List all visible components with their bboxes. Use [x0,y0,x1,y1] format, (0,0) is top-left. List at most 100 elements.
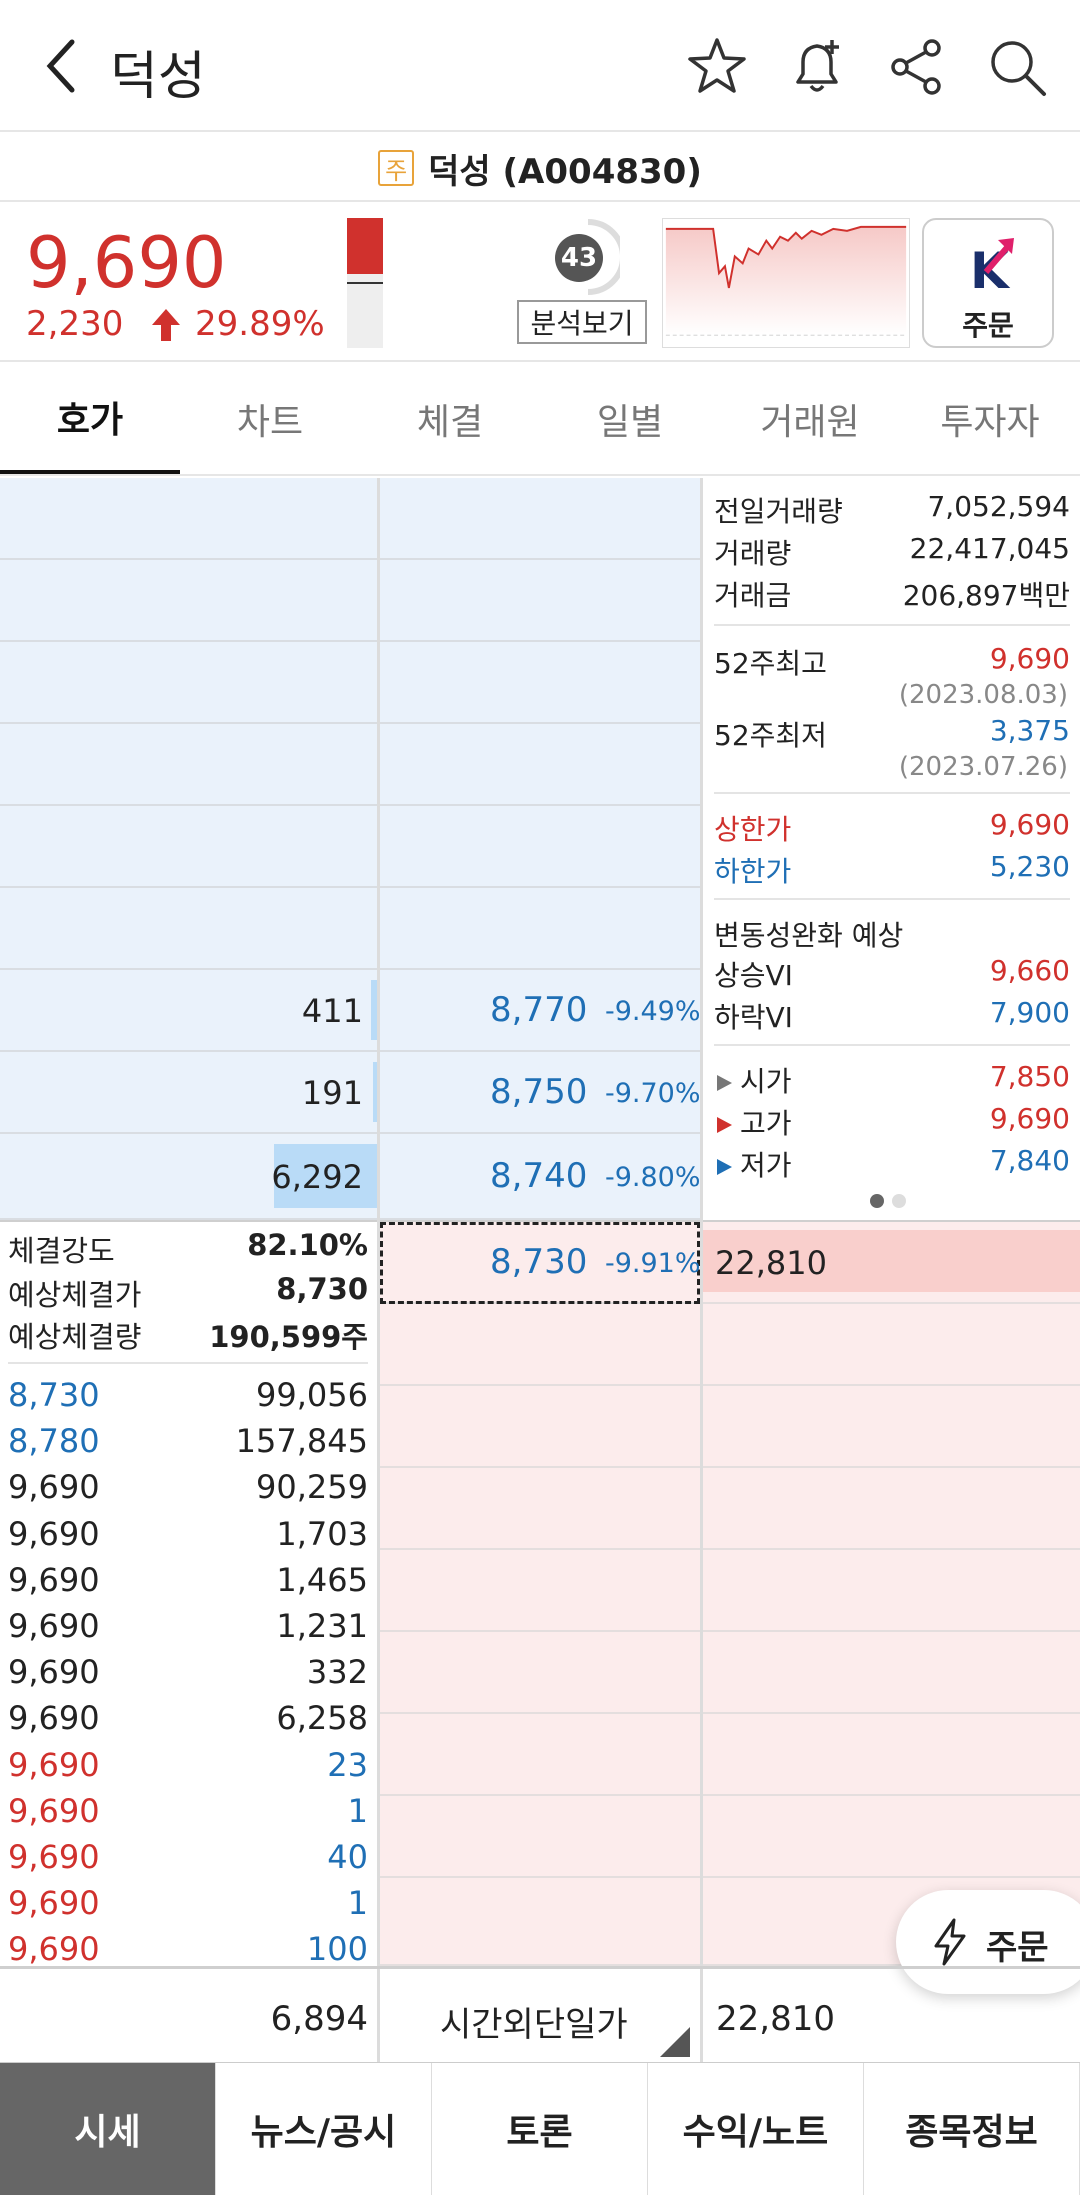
after-hours-button[interactable]: 시간외단일가 [440,1997,628,2046]
current-price: 9,690 [26,222,227,304]
price-summary: 9,690 2,230 29.89% 43 분석보기 K 주문 [0,204,1080,362]
ask-percent: -9.80% [605,1162,701,1193]
order-summary-bar: 6,894 시간외단일가 22,810 [0,1966,1080,2065]
page-title: 덕성 [110,47,206,107]
prev-volume-value: 7,052,594 [927,490,1070,523]
trade-price: 9,690 [8,1561,100,1599]
trade-row: 8,730 99,056 [8,1376,368,1414]
open-value: 7,850 [989,1060,1070,1093]
trade-qty: 23 [327,1746,368,1784]
lower-limit-value: 5,230 [989,850,1070,883]
up-arrow-icon [152,309,180,341]
price-change: 2,230 [26,304,124,344]
vi-up-label: 상승VI [714,959,793,992]
nav-profit-note[interactable]: 수익/노트 [648,2063,864,2195]
vi-down-value: 7,900 [989,996,1070,1029]
tab-daily[interactable]: 일별 [540,364,720,474]
trade-price: 9,690 [8,1792,100,1830]
trade-price: 9,690 [8,1607,100,1645]
stock-name-bar: 주 덕성 (A004830) [0,134,1080,202]
corner-triangle-icon [660,2027,690,2057]
bell-add-icon[interactable] [784,34,850,100]
trade-row: 9,690 1 [8,1792,368,1830]
ask-percent: -9.70% [605,1078,701,1109]
k-logo-icon: K [970,238,1014,300]
back-arrow-icon[interactable] [38,36,88,96]
trade-qty: 1,465 [276,1561,368,1599]
tab-brokers[interactable]: 거래원 [720,364,900,474]
nav-stock-info[interactable]: 종목정보 [864,2063,1080,2195]
stock-type-badge: 주 [378,150,415,186]
nav-market[interactable]: 시세 [0,2063,216,2195]
volume-value: 22,417,045 [909,532,1070,565]
trade-qty: 99,056 [256,1376,368,1414]
upper-limit-label: 상한가 [714,813,792,846]
nav-discussion[interactable]: 토론 [432,2063,648,2195]
trade-row: 9,690 23 [8,1746,368,1784]
high-value: 9,690 [989,1102,1070,1135]
trade-qty: 40 [327,1838,368,1876]
stock-name: 덕성 (A004830) [428,151,702,192]
ask-price[interactable]: 8,750 [490,1072,587,1112]
search-icon[interactable] [984,34,1050,100]
trade-price: 9,690 [8,1930,100,1968]
volume-label: 거래량 [714,537,792,570]
order-book: 411 8,770 -9.49% 191 8,750 -9.70% 6,292 … [0,478,1080,1968]
price-change-percent: 29.89% [195,304,325,344]
amount-label: 거래금 [714,579,792,612]
triangle-blue-icon [717,1159,732,1175]
ask-percent: -9.49% [605,996,701,1027]
ask-row[interactable]: 6,292 [0,1134,377,1220]
amount-value: 206,897백만 [902,579,1070,612]
trade-row: 9,690 332 [8,1653,368,1691]
trade-qty: 1,231 [276,1607,368,1645]
trade-qty: 157,845 [235,1422,368,1460]
high-label: 고가 [740,1107,792,1140]
lower-limit-label: 하한가 [714,855,792,888]
nav-news[interactable]: 뉴스/공시 [216,2063,432,2195]
current-row-price: 8,730 [490,1242,588,1282]
analysis-score[interactable]: 43 [555,234,603,282]
vi-up-value: 9,660 [989,954,1070,987]
open-label: 시가 [740,1065,792,1098]
vi-down-label: 하락VI [714,1001,793,1034]
trade-price: 9,690 [8,1699,100,1737]
ask-price[interactable]: 8,770 [490,990,587,1030]
ask-row[interactable]: 191 [0,1052,377,1134]
order-button[interactable]: K 주문 [922,218,1054,348]
strength-label: 체결강도 [8,1234,115,1268]
trade-row: 9,690 6,258 [8,1699,368,1737]
trade-row: 9,690 1,703 [8,1515,368,1553]
exp-price-value: 8,730 [276,1272,368,1306]
high52-label: 52주최고 [714,647,827,680]
tab-investors[interactable]: 투자자 [900,364,1080,474]
order-button-label: 주문 [962,309,1014,342]
vi-title: 변동성완화 예상 [714,919,904,952]
trade-row: 9,690 1 [8,1884,368,1922]
ask-price[interactable]: 8,740 [490,1156,587,1196]
low-value: 7,840 [989,1144,1070,1177]
tab-trades[interactable]: 체결 [360,364,540,474]
trade-price: 8,780 [8,1422,100,1460]
tab-chart[interactable]: 차트 [180,364,360,474]
ask-total: 6,894 [270,1999,368,2039]
tab-hoga[interactable]: 호가 [0,364,180,474]
low52-value: 3,375 [989,714,1070,747]
share-icon[interactable] [884,34,950,100]
intraday-sparkline[interactable] [662,218,910,348]
floating-order-label: 주문 [986,1928,1049,1968]
low52-date: (2023.07.26) [898,752,1068,782]
bid-row[interactable]: 22,810 [703,1222,1080,1304]
upper-limit-value: 9,690 [989,808,1070,841]
trade-qty: 1 [347,1884,368,1922]
bottom-navigation: 시세 뉴스/공시 토론 수익/노트 종목정보 [0,2062,1080,2195]
star-icon[interactable] [684,34,750,100]
trade-price: 9,690 [8,1468,100,1506]
page-indicator [870,1194,910,1210]
ask-row[interactable]: 411 [0,970,377,1052]
current-price-row[interactable]: 8,730 -9.91% [380,1222,701,1304]
analysis-button[interactable]: 분석보기 [517,300,647,344]
trade-row: 9,690 40 [8,1838,368,1876]
trade-price: 8,730 [8,1376,100,1414]
price-range-bar [347,218,383,348]
